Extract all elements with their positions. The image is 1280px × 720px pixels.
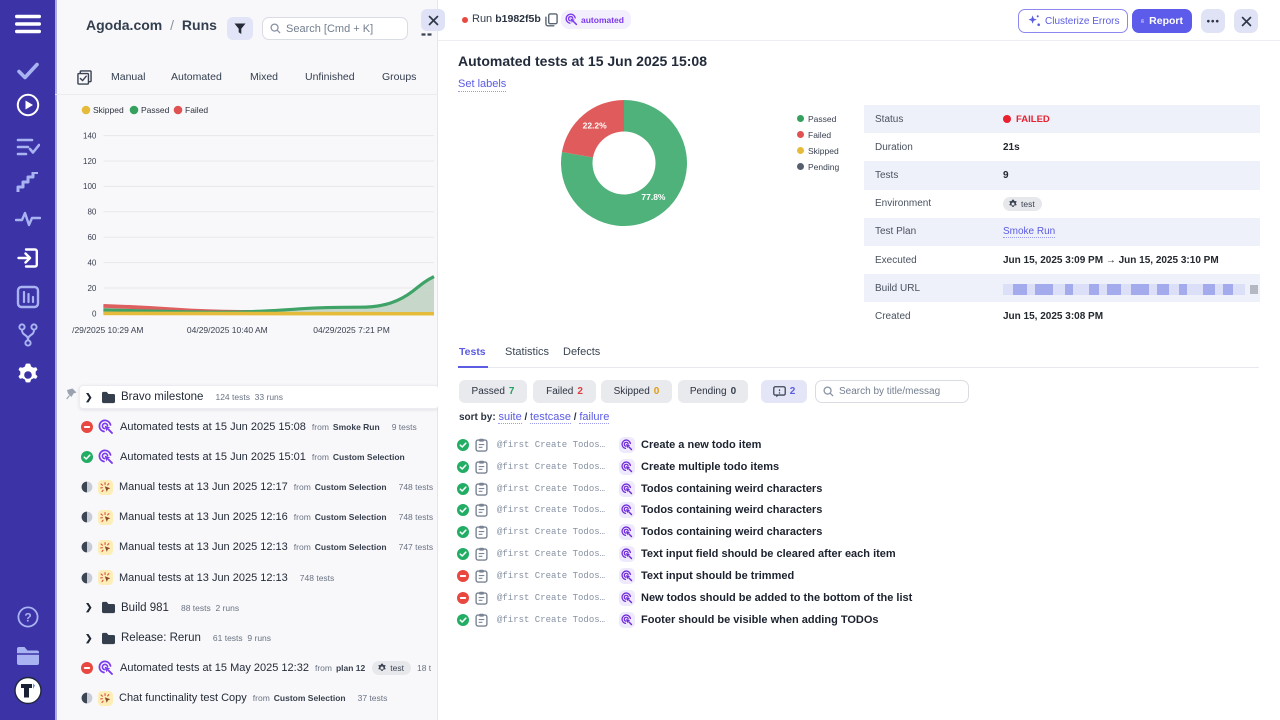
svg-text:77.8%: 77.8%	[641, 192, 666, 202]
svg-text:04/29/2025 10:40 AM: 04/29/2025 10:40 AM	[187, 325, 268, 335]
svg-text:Skipped: Skipped	[93, 105, 124, 115]
svg-text:120: 120	[83, 157, 97, 166]
svg-text:22.2%: 22.2%	[583, 121, 608, 131]
svg-text:60: 60	[87, 233, 96, 242]
svg-text:40: 40	[87, 258, 96, 267]
svg-text:Failed: Failed	[185, 105, 208, 115]
svg-text:140: 140	[83, 131, 97, 140]
svg-text:/29/2025 10:29 AM: /29/2025 10:29 AM	[72, 325, 143, 335]
svg-text:0: 0	[92, 309, 97, 318]
svg-text:80: 80	[87, 208, 96, 217]
svg-text:?: ?	[24, 611, 31, 625]
svg-text:20: 20	[87, 284, 96, 293]
svg-text:04/29/2025 7:21 PM: 04/29/2025 7:21 PM	[313, 325, 390, 335]
svg-text:100: 100	[83, 182, 97, 191]
svg-text:Passed: Passed	[141, 105, 170, 115]
